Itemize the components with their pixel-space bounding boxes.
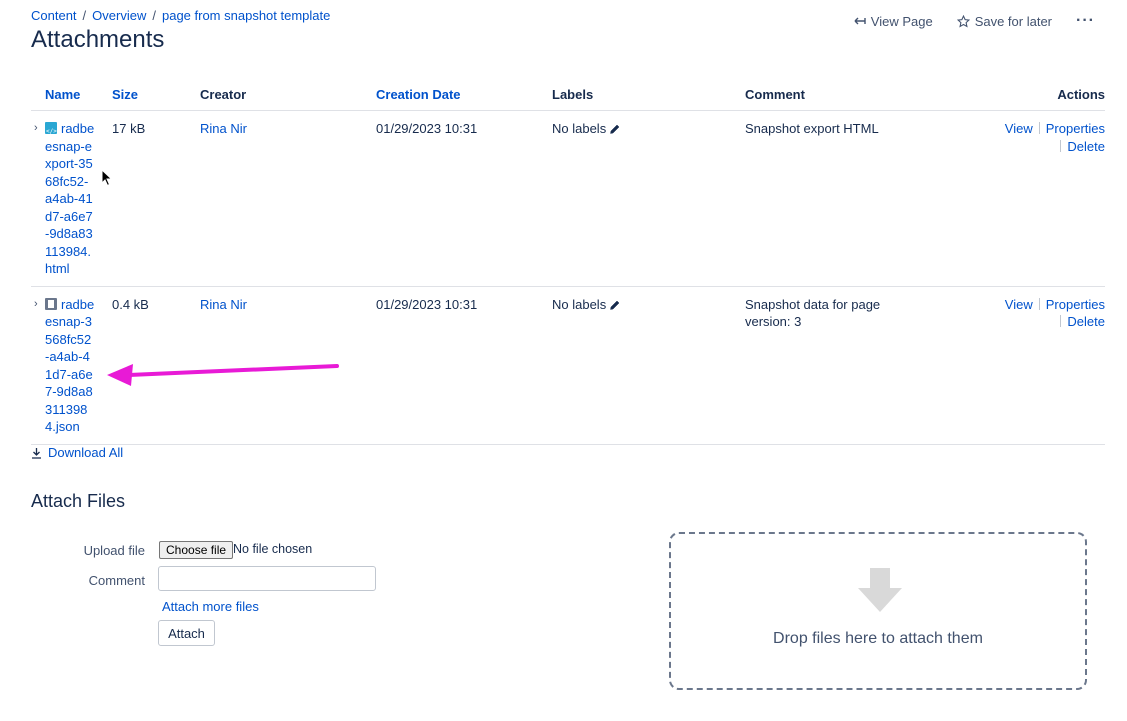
labels-text: No labels xyxy=(552,296,607,312)
column-header-comment: Comment xyxy=(741,84,955,111)
breadcrumb-page[interactable]: page from snapshot template xyxy=(162,8,330,23)
delete-link[interactable]: Delete xyxy=(1067,314,1105,329)
delete-link[interactable]: Delete xyxy=(1067,139,1105,154)
attach-files-heading: Attach Files xyxy=(31,491,126,511)
file-name-cell: › radbeesnap-export-3568fc52-a4ab-41d7-a… xyxy=(31,110,108,287)
properties-link[interactable]: Properties xyxy=(1046,297,1105,312)
download-all-link[interactable]: Download All xyxy=(31,445,123,460)
no-file-chosen-text: No file chosen xyxy=(233,542,313,556)
file-name-link[interactable]: radbeesnap-export-3568fc52-a4ab-41d7-a6e… xyxy=(45,120,95,278)
table-header-row: Name Size Creator Creation Date Labels C… xyxy=(31,84,1105,111)
save-for-later-button[interactable]: Save for later xyxy=(956,13,1053,29)
breadcrumb-content[interactable]: Content xyxy=(31,8,77,23)
labels-cell: No labels xyxy=(548,110,741,287)
breadcrumb: Content / Overview / page from snapshot temp… xyxy=(31,8,330,23)
page-title: Attachments xyxy=(31,26,165,53)
more-actions-button[interactable]: ··· xyxy=(1076,12,1095,30)
column-header-labels: Labels xyxy=(548,84,741,111)
page-actions: View Page Save for later ··· xyxy=(830,12,1095,30)
download-all-label: Download All xyxy=(48,445,124,460)
comment-text: Snapshot export HTML xyxy=(741,110,955,287)
html-file-icon xyxy=(45,122,57,141)
action-divider xyxy=(1038,297,1040,310)
comment-label: Comment xyxy=(88,573,145,588)
save-for-later-label: Save for later xyxy=(974,13,1053,29)
file-name-link[interactable]: radbeesnap-3568fc52-a4ab-41d7-a6e7-9d8a8… xyxy=(45,296,95,436)
chevron-right-icon[interactable]: › xyxy=(34,120,38,138)
download-icon xyxy=(32,447,41,459)
annotation-arrow-icon xyxy=(107,364,339,386)
column-header-actions: Actions xyxy=(955,84,1105,111)
attach-more-files-link[interactable]: Attach more files xyxy=(162,599,259,614)
json-file-icon xyxy=(45,297,57,310)
column-header-size[interactable]: Size xyxy=(108,84,196,111)
pencil-icon[interactable] xyxy=(609,299,621,311)
mouse-cursor-icon xyxy=(101,169,113,187)
file-drop-zone[interactable]: Drop files here to attach them xyxy=(669,532,1087,690)
properties-link[interactable]: Properties xyxy=(1046,121,1105,136)
file-size: 17 kB xyxy=(108,110,196,287)
comment-text: Snapshot data for page version: 3 xyxy=(741,286,955,445)
row-actions: View Properties Delete xyxy=(955,286,1105,445)
chevron-right-icon[interactable]: › xyxy=(34,296,38,314)
action-divider xyxy=(1060,139,1062,152)
drop-zone-text: Drop files here to attach them xyxy=(773,630,983,647)
attach-button[interactable]: Attach xyxy=(158,620,215,646)
table-row: › radbeesnap-export-3568fc52-a4ab-41d7-a… xyxy=(31,110,1105,287)
star-icon xyxy=(956,14,970,27)
arrow-down-icon xyxy=(858,568,902,612)
creator-link[interactable]: Rina Nir xyxy=(200,121,247,136)
view-page-label: View Page xyxy=(870,13,933,29)
creator-link[interactable]: Rina Nir xyxy=(200,297,247,312)
pencil-icon[interactable] xyxy=(609,123,621,135)
view-page-button[interactable]: View Page xyxy=(854,14,933,29)
breadcrumb-separator: / xyxy=(82,8,87,23)
creation-date: 01/29/2023 10:31 xyxy=(372,286,548,445)
choose-file-button[interactable]: Choose file xyxy=(159,541,234,559)
labels-text: No labels xyxy=(552,121,607,136)
breadcrumb-separator: / xyxy=(152,8,156,23)
breadcrumb-overview[interactable]: Overview xyxy=(92,8,146,23)
row-actions: View Properties Delete xyxy=(955,110,1105,287)
file-name-text: radbeesnap-export-3568fc52-a4ab-41d7-a6e… xyxy=(45,121,95,276)
column-header-creation-date[interactable]: Creation Date xyxy=(372,84,548,111)
arrow-left-icon xyxy=(854,17,866,25)
view-link[interactable]: View xyxy=(1005,121,1033,136)
action-divider xyxy=(1060,315,1062,327)
file-name-cell: › radbeesnap-3568fc52-a4ab-41d7-a6e7-9d8… xyxy=(31,286,108,445)
labels-cell: No labels xyxy=(548,286,741,445)
comment-input[interactable] xyxy=(158,566,376,591)
column-header-name[interactable]: Name xyxy=(31,84,108,111)
creation-date: 01/29/2023 10:31 xyxy=(372,110,548,287)
action-divider xyxy=(1038,122,1040,134)
column-header-creator: Creator xyxy=(196,84,372,111)
upload-file-label: Upload file xyxy=(83,543,145,558)
file-name-text: radbeesnap-3568fc52-a4ab-41d7-a6e7-9d8a8… xyxy=(45,296,95,435)
view-link[interactable]: View xyxy=(1005,297,1033,312)
attachments-table: Name Size Creator Creation Date Labels C… xyxy=(31,84,1105,445)
